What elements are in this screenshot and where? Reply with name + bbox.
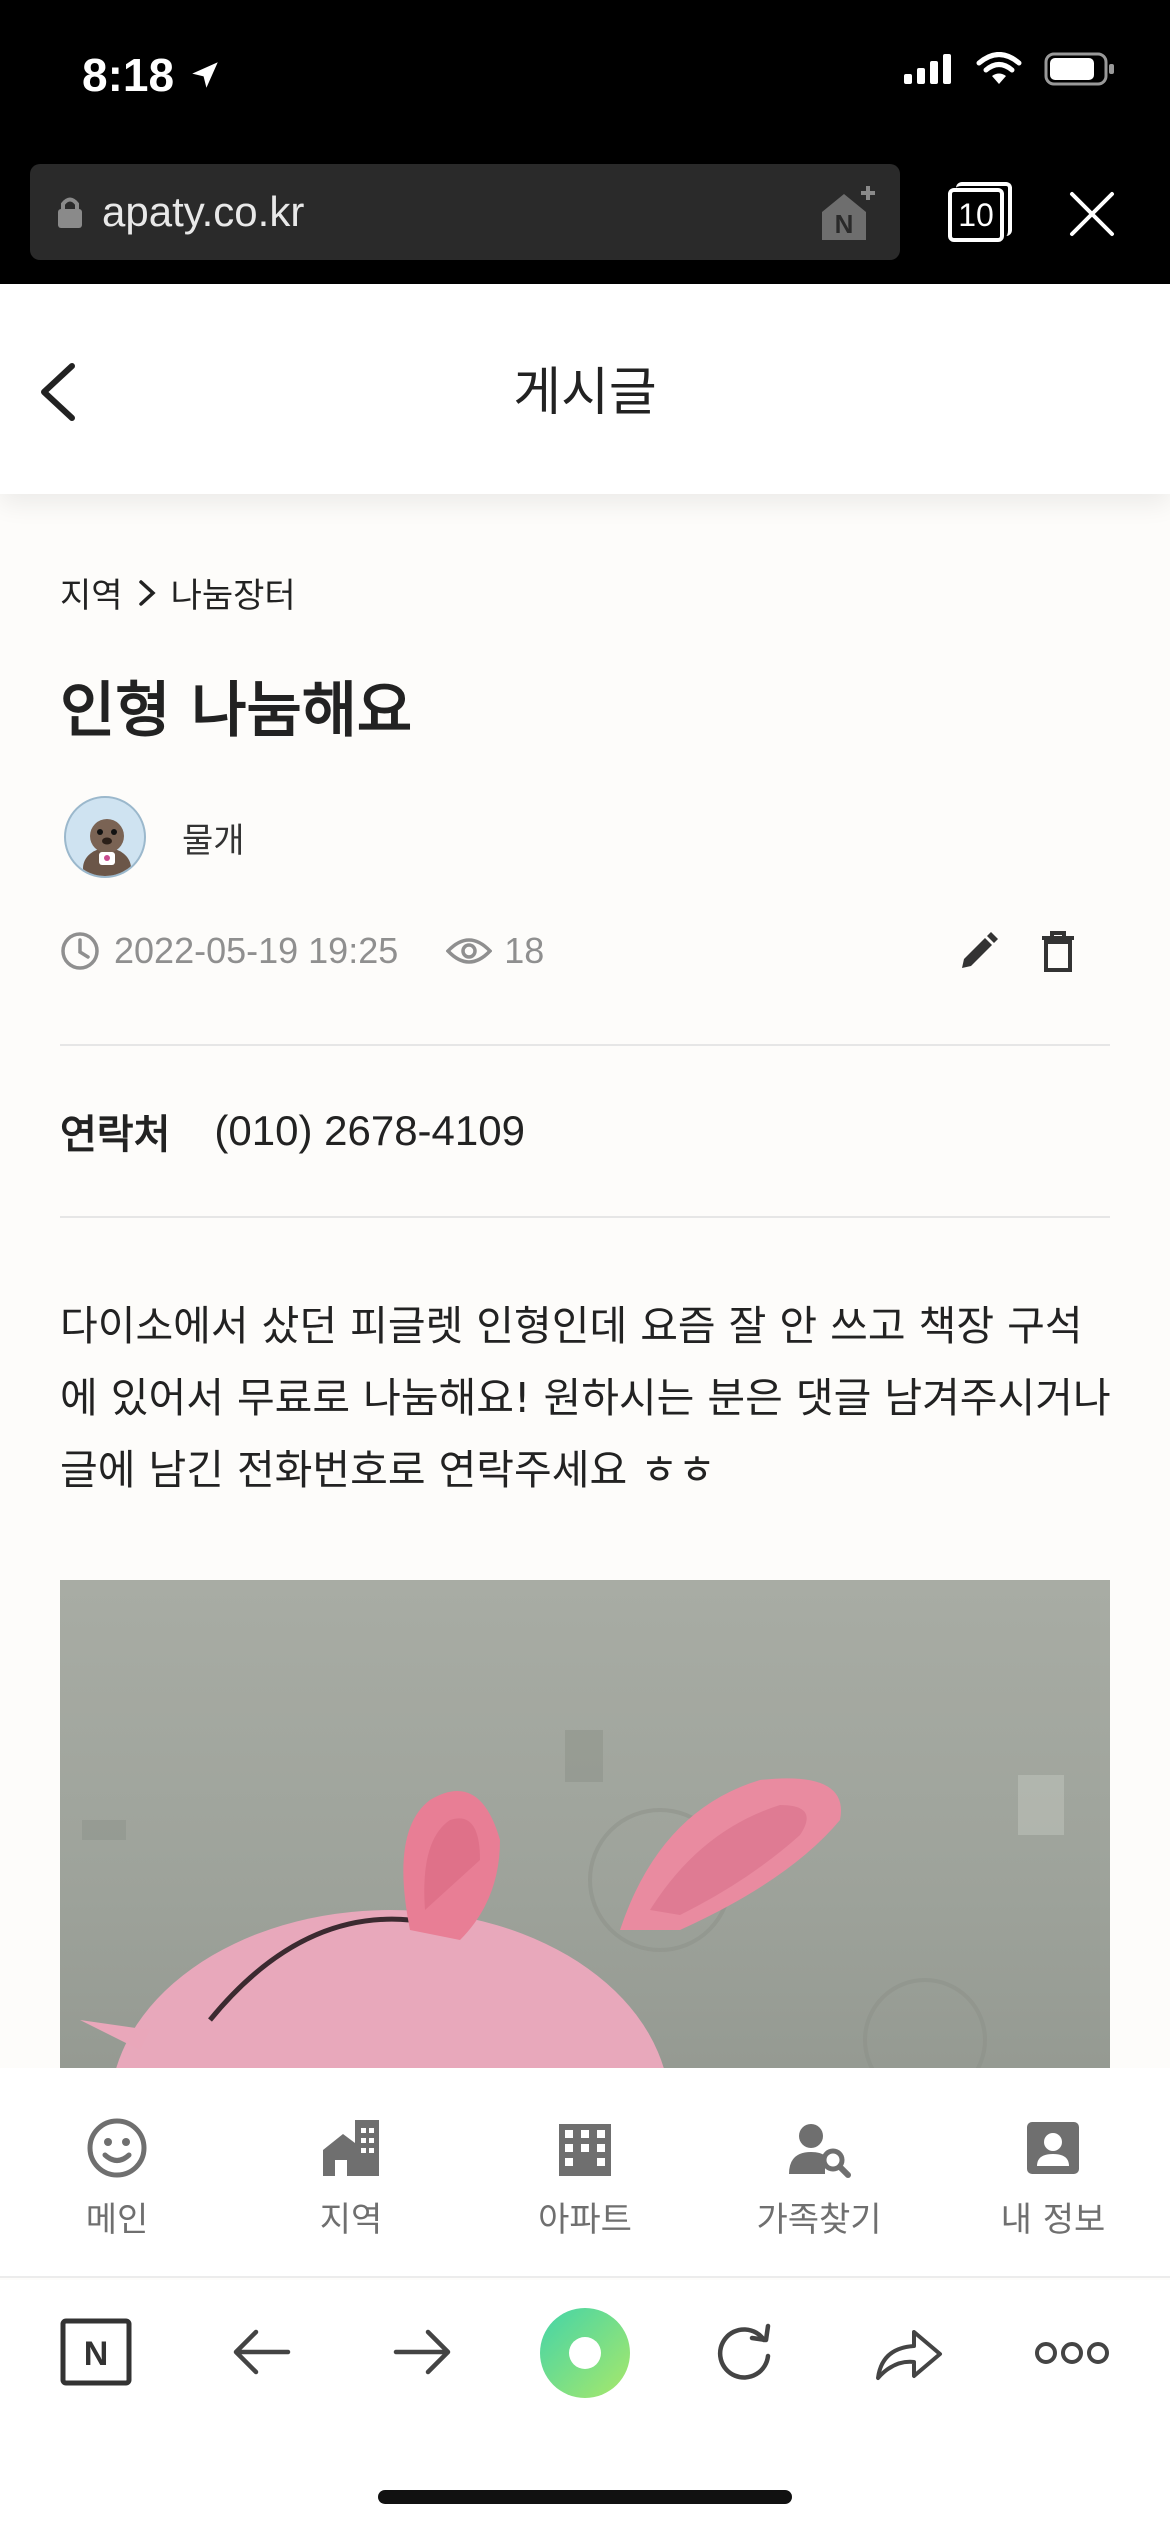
divider	[60, 1216, 1110, 1218]
nav-label-family: 가족찾기	[756, 2200, 882, 2240]
post-title: 인형 나눔해요	[60, 676, 413, 746]
signal-icon	[904, 54, 951, 84]
home-indicator	[378, 2490, 792, 2504]
back-icon[interactable]	[230, 2324, 292, 2380]
view-count-value: 18	[504, 930, 545, 971]
more-options-icon[interactable]	[1034, 2340, 1110, 2366]
svg-text:N: N	[835, 209, 854, 239]
family-search-icon	[789, 2124, 851, 2178]
location-arrow-icon	[192, 62, 218, 88]
view-count: 18	[446, 930, 544, 972]
browser-chrome-top: 8:18 apaty.co.kr N 10	[0, 0, 1170, 284]
clock-icon	[61, 932, 99, 970]
nav-label-profile: 내 정보	[1000, 2200, 1106, 2240]
close-icon[interactable]	[1068, 190, 1116, 238]
naver-app-add-icon[interactable]: N	[816, 182, 880, 246]
svg-text:N: N	[84, 2335, 109, 2373]
breadcrumb-category[interactable]: 나눔장터	[171, 568, 296, 617]
app-bottom-nav: 메인 지역 아파트 가족찾기 내 정보	[0, 2068, 1170, 2278]
region-icon	[323, 2120, 379, 2176]
seal-avatar-icon	[83, 819, 131, 876]
battery-icon	[1044, 52, 1114, 86]
contact-phone[interactable]: (010) 2678-4109	[214, 1107, 525, 1155]
nav-label-main: 메인	[85, 2200, 149, 2240]
post-photo[interactable]	[60, 1580, 1110, 2068]
lock-icon	[58, 197, 82, 228]
edit-pencil-icon[interactable]	[956, 930, 1000, 974]
breadcrumb-region[interactable]: 지역	[60, 568, 123, 617]
green-dot-icon[interactable]	[538, 2306, 632, 2400]
reload-icon[interactable]	[712, 2320, 776, 2384]
naver-home-icon[interactable]: N	[60, 2318, 132, 2386]
contact-row: 연락처 (010) 2678-4109	[60, 1102, 525, 1160]
profile-icon	[1027, 2122, 1079, 2174]
apartment-icon	[559, 2124, 611, 2176]
post-body: 다이소에서 샀던 피글렛 인형인데 요즘 잘 안 쓰고 책장 구석에 있어서 무…	[60, 1302, 1111, 1494]
nav-item-profile[interactable]: 내 정보	[936, 2068, 1170, 2276]
nav-item-region[interactable]: 지역	[234, 2068, 468, 2276]
post-date: 2022-05-19 19:25	[114, 930, 399, 971]
eye-icon	[446, 938, 493, 964]
smile-icon	[87, 2118, 147, 2178]
avatar	[64, 796, 146, 878]
status-time: 8:18	[82, 48, 222, 102]
page-header: 게시글	[0, 284, 1170, 494]
nav-item-apartment[interactable]: 아파트	[468, 2068, 702, 2276]
author-row[interactable]: 물개	[64, 796, 245, 878]
tab-count: 10	[948, 188, 1004, 242]
contact-label: 연락처	[60, 1112, 171, 1158]
post-meta: 2022-05-19 19:25 18	[60, 930, 544, 972]
chevron-right-icon	[138, 579, 156, 606]
nav-item-family[interactable]: 가족찾기	[702, 2068, 936, 2276]
nav-label-region: 지역	[319, 2200, 383, 2240]
address-bar[interactable]: apaty.co.kr N	[30, 164, 900, 260]
share-icon[interactable]	[874, 2322, 944, 2382]
trash-icon[interactable]	[1036, 930, 1080, 974]
piglet-plush-photo	[80, 1730, 1064, 2068]
divider	[60, 1044, 1110, 1046]
url-text: apaty.co.kr	[102, 188, 305, 235]
forward-icon[interactable]	[392, 2324, 454, 2380]
status-icons	[904, 52, 1116, 86]
nav-label-apartment: 아파트	[538, 2200, 632, 2240]
page-title: 게시글	[513, 363, 657, 423]
author-name: 물개	[182, 820, 245, 861]
wifi-icon	[976, 52, 1022, 84]
breadcrumb: 지역 나눔장터	[60, 568, 296, 617]
nav-item-main[interactable]: 메인	[0, 2068, 234, 2276]
tabs-button[interactable]: 10	[948, 182, 1012, 242]
